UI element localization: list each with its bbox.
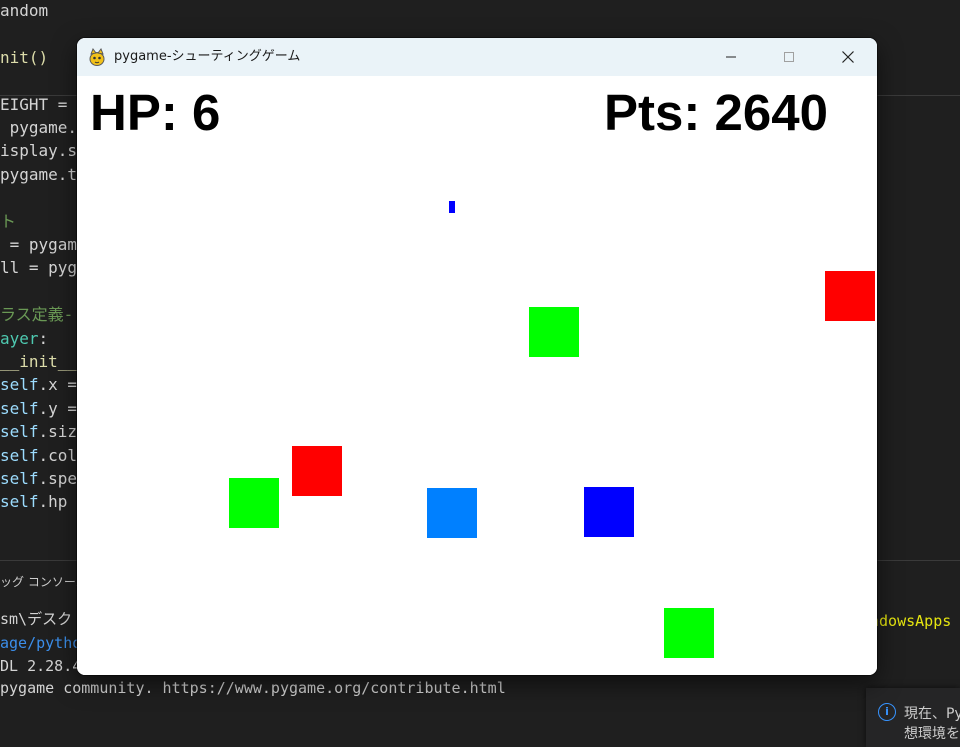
code-line: ll = pyg (0, 256, 77, 280)
enemy-block-green (664, 608, 714, 658)
terminal-line: DL 2.28.4 (0, 655, 81, 677)
code-token: .y = (38, 398, 78, 418)
title-bar[interactable]: pygame-シューティングゲーム (77, 38, 877, 76)
bullet (449, 201, 455, 213)
game-canvas[interactable] (77, 76, 877, 675)
code-line: pygame.t (0, 163, 77, 187)
notification-text: 現在、Py 想環境を (904, 704, 960, 744)
maximize-icon (784, 52, 794, 62)
pygame-window[interactable]: pygame-シューティングゲーム HP: 6 Pts: 2640 (77, 38, 877, 675)
code-line: ト (0, 210, 16, 234)
close-icon (842, 51, 854, 63)
code-token: self (0, 398, 39, 418)
code-line: self.siz (0, 420, 77, 444)
debug-console-tab[interactable]: ッグ コンソール (0, 572, 88, 592)
code-token: self (0, 422, 39, 442)
code-token: nit() (0, 47, 49, 67)
code-line: self.hp (0, 490, 67, 514)
terminal-line: sm\デスク (0, 608, 72, 630)
window-title: pygame-シューティングゲーム (114, 49, 301, 64)
code-line: EIGHT = (0, 93, 77, 117)
code-token: ラス定義- (0, 305, 74, 325)
terminal-token: DL 2.28.4 (0, 657, 82, 675)
terminal-token: pygame community. https://www.pygame.org… (0, 679, 506, 697)
notification-line-2: 想環境を (904, 726, 960, 742)
code-token: .spe (38, 469, 78, 488)
code-line: nit() (0, 46, 48, 70)
enemy-block-green (229, 478, 279, 528)
pygame-snake-icon (89, 47, 105, 66)
code-token: .x = (38, 375, 78, 395)
code-token: ト (0, 211, 17, 231)
enemy-block-red (292, 446, 342, 496)
notification-line-1: 現在、Py (904, 706, 960, 722)
enemy-block-red (825, 271, 875, 321)
code-line: self.y = (0, 397, 77, 421)
code-line: ayer: (0, 327, 48, 351)
player-ship (427, 488, 477, 538)
code-token: = pygam (0, 235, 78, 254)
terminal-token: sm\デスク (0, 610, 73, 628)
terminal-path-fragment: ndowsApps (870, 612, 952, 630)
code-token: EIGHT = (0, 94, 78, 114)
code-token: __init__ (0, 352, 78, 371)
notification-toast[interactable]: i 現在、Py 想環境を (866, 688, 960, 747)
code-token: self (0, 469, 39, 488)
code-token: : (38, 328, 49, 348)
code-token: self (0, 375, 39, 395)
code-line: isplay.s (0, 139, 77, 163)
enemy-block-green (529, 307, 579, 357)
hp-counter: HP: 6 (90, 84, 221, 141)
code-token: self (0, 445, 39, 465)
terminal-line: age/pytho (0, 632, 81, 654)
code-token: pygame. (0, 118, 78, 137)
code-line: self.spe (0, 467, 77, 491)
terminal-token: age/pytho (0, 634, 82, 652)
code-line: self.x = (0, 373, 77, 397)
code-token: ll = pyg (0, 258, 78, 278)
code-token: ayer (0, 328, 39, 348)
code-line: ラス定義- (0, 303, 73, 327)
points-counter: Pts: 2640 (604, 84, 828, 141)
code-line: self.col (0, 444, 77, 468)
code-token: andom (0, 1, 49, 20)
maximize-button[interactable] (760, 38, 818, 76)
code-token: .col (38, 445, 78, 465)
terminal-line: pygame community. https://www.pygame.org… (0, 677, 506, 699)
enemy-block-blue (584, 487, 634, 537)
code-line: andom (0, 0, 48, 23)
close-button[interactable] (819, 38, 877, 76)
code-token: isplay.s (0, 141, 78, 161)
code-token: self (0, 492, 39, 512)
code-token: pygame.t (0, 164, 78, 184)
info-icon: i (878, 703, 896, 721)
minimize-icon (726, 56, 736, 58)
code-token: .hp (38, 492, 68, 512)
code-line: pygame. (0, 116, 77, 140)
minimize-button[interactable] (702, 38, 760, 76)
code-token: .siz (38, 422, 78, 442)
code-line: __init__ (0, 350, 77, 374)
code-line: = pygam (0, 233, 77, 257)
